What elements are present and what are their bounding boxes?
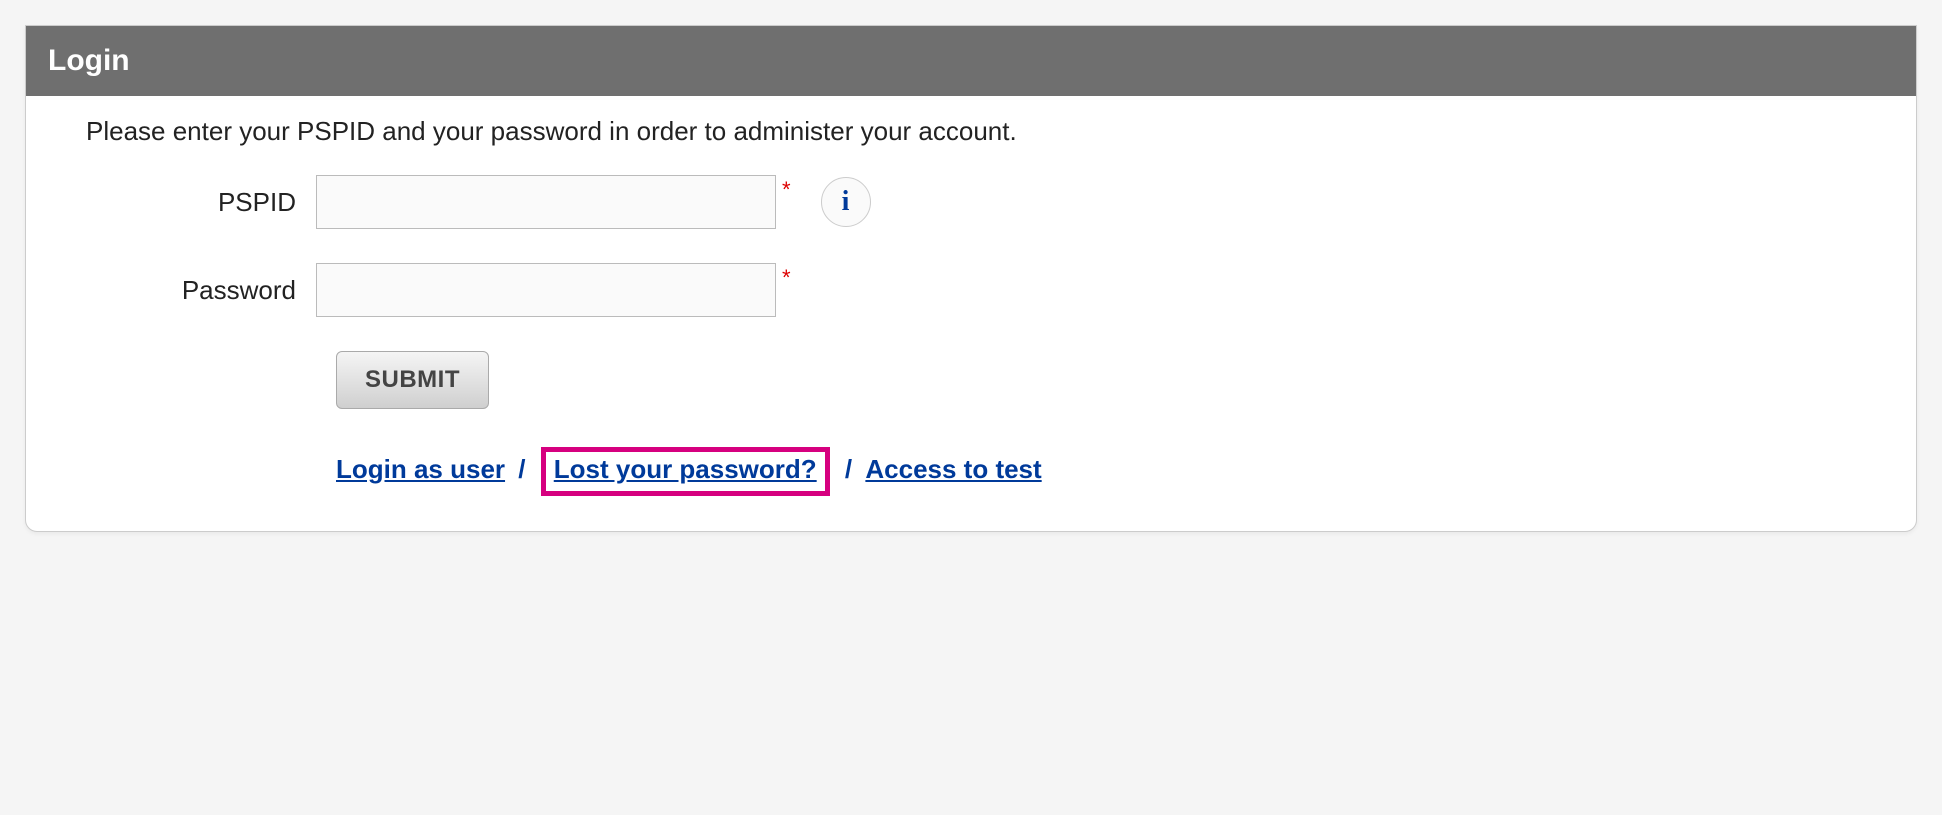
required-mark: * — [782, 265, 791, 291]
submit-row: SUBMIT — [336, 351, 1856, 409]
login-panel: Login Please enter your PSPID and your p… — [25, 25, 1917, 532]
password-input[interactable] — [316, 263, 776, 317]
instruction-text: Please enter your PSPID and your passwor… — [86, 116, 1856, 147]
pspid-input[interactable] — [316, 175, 776, 229]
link-separator: / — [518, 454, 525, 484]
pspid-label: PSPID — [86, 187, 316, 218]
required-mark: * — [782, 177, 791, 203]
info-icon[interactable]: i — [821, 177, 871, 227]
panel-header: Login — [26, 26, 1916, 96]
lost-password-link[interactable]: Lost your password? — [554, 454, 817, 484]
pspid-input-wrap: * i — [316, 175, 871, 229]
access-to-test-link[interactable]: Access to test — [865, 454, 1041, 484]
password-label: Password — [86, 275, 316, 306]
panel-title: Login — [48, 44, 130, 77]
link-separator: / — [845, 454, 852, 484]
password-input-wrap: * — [316, 263, 791, 317]
links-row: Login as user / Lost your password? / Ac… — [336, 447, 1856, 496]
pspid-row: PSPID * i — [86, 175, 1856, 229]
panel-body: Please enter your PSPID and your passwor… — [26, 96, 1916, 531]
info-icon-glyph: i — [842, 186, 850, 218]
lost-password-highlight: Lost your password? — [541, 447, 830, 496]
login-as-user-link[interactable]: Login as user — [336, 454, 505, 484]
submit-button[interactable]: SUBMIT — [336, 351, 489, 409]
password-row: Password * — [86, 263, 1856, 317]
